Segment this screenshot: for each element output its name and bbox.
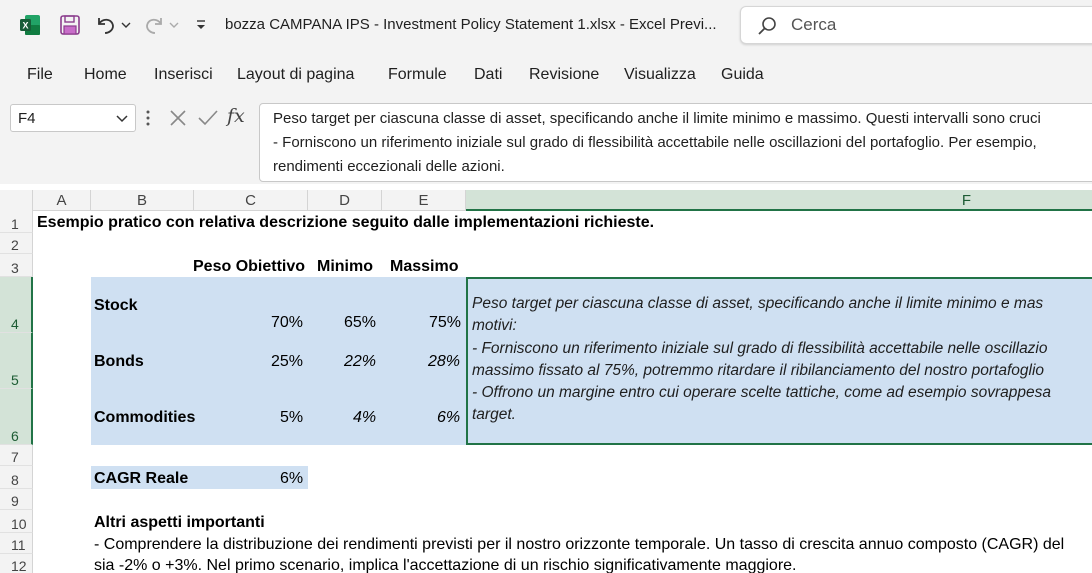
redo-icon[interactable]: [142, 13, 166, 37]
column-header-c[interactable]: C: [194, 190, 308, 211]
bonds-peso[interactable]: 25%: [271, 353, 303, 371]
tab-home[interactable]: Home: [84, 66, 127, 84]
tab-formule[interactable]: Formule: [388, 66, 447, 84]
search-box[interactable]: [740, 6, 1092, 44]
section-heading[interactable]: Altri aspetti importanti: [94, 514, 265, 532]
column-header-e[interactable]: E: [382, 190, 466, 211]
selected-cell-f4[interactable]: Peso target per ciascuna classe di asset…: [466, 277, 1092, 445]
cagr-label[interactable]: CAGR Reale: [94, 470, 188, 488]
worksheet-grid[interactable]: A B C D E F 1 2 3 4 5 6 7 8 9 10 11 12 E…: [0, 190, 1092, 573]
tab-visualizza[interactable]: Visualizza: [624, 66, 696, 84]
row-header-6[interactable]: 6: [0, 389, 33, 445]
name-box-value: F4: [18, 110, 36, 127]
row-header-11[interactable]: 11: [0, 533, 33, 554]
cancel-icon[interactable]: [168, 108, 188, 128]
tab-revisione[interactable]: Revisione: [529, 66, 599, 84]
formula-line-2: - Forniscono un riferimento iniziale sul…: [273, 134, 1037, 151]
title-bar: X bozza CAMPANA IPS - Investment Policy …: [0, 0, 1092, 50]
formula-line-1: Peso target per ciascuna classe di asset…: [273, 110, 1041, 127]
header-peso-obiettivo[interactable]: Peso Obiettivo: [193, 258, 305, 276]
asset-name-bonds[interactable]: Bonds: [94, 353, 144, 371]
column-header-f[interactable]: F: [466, 190, 1092, 211]
ribbon-tabs: File Home Inserisci Layout di pagina For…: [0, 50, 1092, 100]
row-header-3[interactable]: 3: [0, 254, 33, 277]
cagr-value[interactable]: 6%: [280, 470, 303, 488]
f-line-4: massimo fissato al 75%, potremmo ritarda…: [472, 362, 1045, 379]
chevron-down-icon[interactable]: [115, 111, 129, 125]
commodities-peso[interactable]: 5%: [280, 409, 303, 427]
stock-minimo[interactable]: 65%: [344, 314, 376, 332]
tab-guida[interactable]: Guida: [721, 66, 764, 84]
f-line-6: target.: [472, 406, 516, 423]
formula-input[interactable]: Peso target per ciascuna classe di asset…: [259, 103, 1092, 182]
stock-peso[interactable]: 70%: [271, 314, 303, 332]
formula-bar: F4 fx Peso target per ciascuna classe di…: [0, 100, 1092, 184]
row-header-2[interactable]: 2: [0, 233, 33, 254]
column-header-b[interactable]: B: [91, 190, 194, 211]
note-line-11[interactable]: - Comprendere la distribuzione dei rendi…: [94, 536, 1064, 554]
row-header-1[interactable]: 1: [0, 211, 33, 233]
tab-file[interactable]: File: [27, 66, 53, 84]
undo-icon[interactable]: [94, 13, 118, 37]
f-line-2: motivi:: [472, 317, 517, 334]
row-header-7[interactable]: 7: [0, 445, 33, 466]
formula-line-3: rendimenti eccezionali delle azioni.: [273, 158, 505, 175]
asset-name-stock[interactable]: Stock: [94, 297, 138, 315]
enter-check-icon[interactable]: [197, 108, 219, 128]
row-header-4[interactable]: 4: [0, 277, 33, 333]
svg-text:X: X: [22, 21, 28, 31]
column-header-d[interactable]: D: [308, 190, 382, 211]
search-input[interactable]: [791, 7, 1081, 43]
f-line-1: Peso target per ciascuna classe di asset…: [472, 295, 1044, 312]
header-massimo[interactable]: Massimo: [390, 258, 458, 276]
name-box[interactable]: F4: [10, 104, 136, 132]
stock-massimo[interactable]: 75%: [429, 314, 461, 332]
commodities-massimo[interactable]: 6%: [437, 409, 460, 427]
bonds-massimo[interactable]: 28%: [428, 353, 460, 371]
excel-logo-icon: X: [20, 15, 40, 35]
column-header-a[interactable]: A: [33, 190, 91, 211]
save-icon[interactable]: [58, 13, 82, 37]
tab-inserisci[interactable]: Inserisci: [154, 66, 213, 84]
tab-dati[interactable]: Dati: [474, 66, 502, 84]
f-line-5: - Offrono un margine entro cui operare s…: [472, 384, 1051, 401]
select-all-corner[interactable]: [0, 190, 33, 211]
f-line-3: - Forniscono un riferimento iniziale sul…: [472, 340, 1048, 357]
document-title: bozza CAMPANA IPS - Investment Policy St…: [225, 16, 717, 33]
bonds-minimo[interactable]: 22%: [344, 353, 376, 371]
sheet-title[interactable]: Esempio pratico con relativa descrizione…: [37, 214, 654, 232]
undo-dropdown-chevron-icon[interactable]: [120, 17, 132, 33]
column-headers: A B C D E F: [0, 190, 1092, 211]
asset-name-commodities[interactable]: Commodities: [94, 409, 195, 427]
tab-layout[interactable]: Layout di pagina: [237, 66, 354, 84]
row-header-5[interactable]: 5: [0, 333, 33, 389]
note-line-12[interactable]: sia -2% o +3%. Nel primo scenario, impli…: [94, 557, 796, 573]
search-icon: [758, 17, 776, 35]
redo-dropdown-chevron-icon[interactable]: [168, 17, 180, 33]
row-header-8[interactable]: 8: [0, 466, 33, 489]
row-header-10[interactable]: 10: [0, 510, 33, 533]
customize-qat-icon[interactable]: [194, 17, 208, 33]
commodities-minimo[interactable]: 4%: [353, 409, 376, 427]
header-minimo[interactable]: Minimo: [317, 258, 373, 276]
row-header-9[interactable]: 9: [0, 489, 33, 510]
more-options-icon[interactable]: [145, 109, 151, 127]
fx-icon[interactable]: fx: [227, 105, 245, 127]
row-header-12[interactable]: 12: [0, 554, 33, 573]
